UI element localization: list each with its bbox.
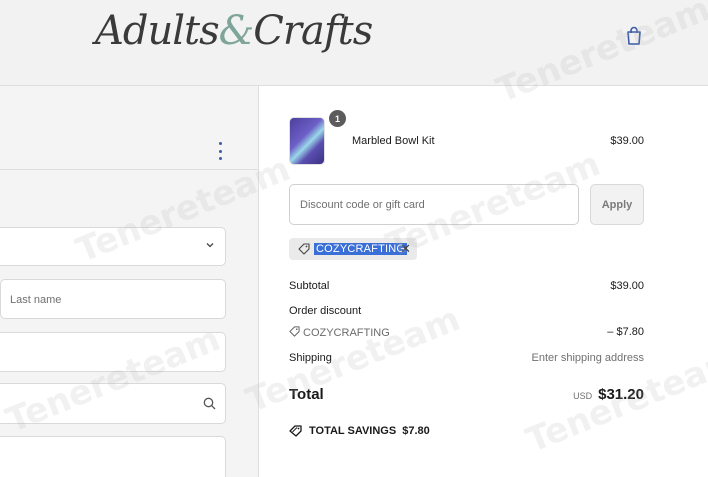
product-thumbnail: [289, 117, 325, 165]
form-topbar: [0, 86, 258, 170]
savings-label: TOTAL SAVINGS: [309, 425, 397, 437]
tag-icon: [298, 243, 310, 255]
discount-code-input[interactable]: Discount code or gift card: [289, 184, 579, 225]
currency-code: USD: [573, 391, 593, 401]
apply-discount-button[interactable]: Apply: [590, 184, 644, 225]
shopping-bag-icon[interactable]: [625, 26, 643, 46]
apartment-field[interactable]: [0, 436, 226, 477]
subtotal-label: Subtotal: [289, 280, 330, 292]
remove-discount-icon[interactable]: ✕: [400, 241, 411, 257]
savings-value: $7.80: [402, 425, 430, 437]
total-value: $31.20: [598, 386, 644, 403]
discount-value: – $7.80: [607, 326, 644, 338]
product-price: $39.00: [610, 135, 644, 147]
search-icon: [203, 397, 216, 410]
checkout-form-panel: Last name: [0, 86, 259, 477]
subtotal-value: $39.00: [610, 280, 644, 292]
total-label: Total: [289, 386, 324, 403]
order-discount-label: Order discount: [289, 305, 362, 317]
address-search-field[interactable]: [0, 383, 226, 424]
total-savings: TOTAL SAVINGS $7.80: [289, 425, 430, 437]
total-row: Total USD $31.20: [289, 386, 644, 410]
shipping-value: Enter shipping address: [531, 352, 644, 364]
applied-discount-code: COZYCRAFTING: [314, 243, 408, 255]
shipping-label: Shipping: [289, 352, 332, 364]
store-logo[interactable]: Adults&Crafts: [95, 8, 373, 54]
quantity-badge: 1: [329, 110, 346, 127]
order-discount-row: Order discount: [289, 305, 644, 317]
last-name-field[interactable]: Last name: [0, 279, 226, 319]
applied-discount-tag: COZYCRAFTING ✕: [289, 238, 417, 260]
savings-tag-icon: [289, 425, 302, 437]
product-name: Marbled Bowl Kit: [352, 135, 435, 147]
shipping-row: Shipping Enter shipping address: [289, 352, 644, 364]
chevron-down-icon: [206, 243, 214, 248]
discount-code-label: COZYCRAFTING: [303, 327, 390, 339]
tag-icon: [289, 326, 300, 337]
vertical-dots-icon[interactable]: [213, 142, 227, 160]
country-select[interactable]: [0, 227, 226, 266]
subtotal-row: Subtotal $39.00: [289, 280, 644, 292]
address-field[interactable]: [0, 332, 226, 372]
discount-code-row: COZYCRAFTING – $7.80: [289, 326, 644, 339]
order-summary-panel: 1 Marbled Bowl Kit $39.00 Discount code …: [260, 86, 708, 477]
site-header: Adults&Crafts: [0, 0, 708, 86]
